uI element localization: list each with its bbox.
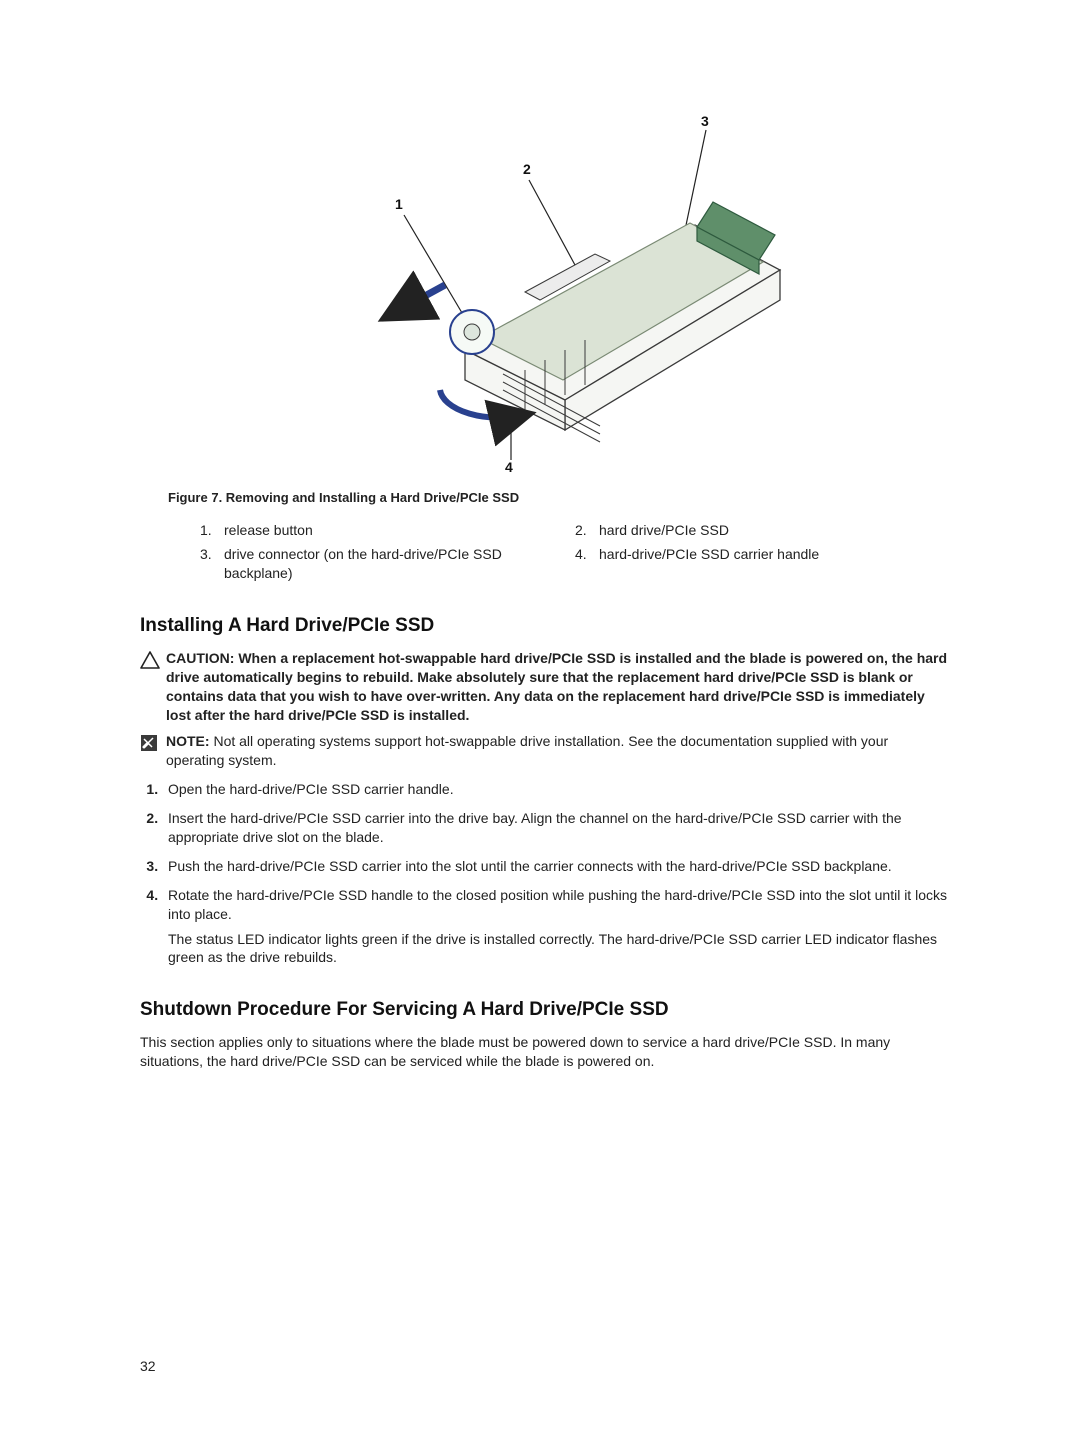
legend-num: 2.	[575, 521, 599, 540]
legend-text: hard drive/PCIe SSD	[599, 521, 749, 540]
legend-text: hard-drive/PCIe SSD carrier handle	[599, 545, 839, 583]
procedure-steps: Open the hard-drive/PCIe SSD carrier han…	[140, 780, 950, 967]
section2-paragraph: This section applies only to situations …	[140, 1033, 950, 1071]
caution-icon	[140, 649, 166, 725]
caution-label: CAUTION:	[166, 650, 238, 666]
legend-text: release button	[224, 521, 333, 540]
callout-2: 2	[523, 160, 531, 179]
step-3: Push the hard-drive/PCIe SSD carrier int…	[162, 857, 950, 876]
note-text: Not all operating systems support hot-sw…	[166, 733, 888, 768]
callout-1: 1	[395, 195, 403, 214]
caution-text: When a replacement hot-swappable hard dr…	[166, 650, 947, 723]
legend-num: 1.	[200, 521, 224, 540]
step-text: Insert the hard-drive/PCIe SSD carrier i…	[168, 810, 902, 845]
page-number: 32	[140, 1357, 156, 1376]
document-page: 1 2 3 4 Figure 7. Removing and Installin…	[0, 0, 1080, 1434]
figure-caption: Figure 7. Removing and Installing a Hard…	[168, 489, 950, 507]
callout-3: 3	[701, 112, 709, 131]
caution-admonition: CAUTION: When a replacement hot-swappabl…	[140, 649, 950, 725]
figure-illustration: 1 2 3 4	[265, 60, 825, 475]
step-text: Open the hard-drive/PCIe SSD carrier han…	[168, 781, 454, 797]
drive-carrier-diagram	[265, 60, 825, 475]
legend-num: 3.	[200, 545, 224, 583]
step-text: Rotate the hard-drive/PCIe SSD handle to…	[168, 887, 947, 922]
figure-legend-row-1: 1. release button 2. hard drive/PCIe SSD	[200, 521, 950, 540]
step-2: Insert the hard-drive/PCIe SSD carrier i…	[162, 809, 950, 847]
step-4: Rotate the hard-drive/PCIe SSD handle to…	[162, 886, 950, 968]
legend-num: 4.	[575, 545, 599, 583]
callout-4: 4	[505, 458, 513, 477]
heading-installing: Installing A Hard Drive/PCIe SSD	[140, 613, 950, 639]
legend-text: drive connector (on the hard-drive/PCIe …	[224, 545, 575, 583]
step-1: Open the hard-drive/PCIe SSD carrier han…	[162, 780, 950, 799]
note-label: NOTE:	[166, 733, 213, 749]
note-icon	[140, 732, 166, 770]
heading-shutdown: Shutdown Procedure For Servicing A Hard …	[140, 997, 950, 1023]
figure-legend-row-2: 3. drive connector (on the hard-drive/PC…	[200, 545, 950, 583]
note-admonition: NOTE: Not all operating systems support …	[140, 732, 950, 770]
step-followup-text: The status LED indicator lights green if…	[168, 930, 950, 968]
step-text: Push the hard-drive/PCIe SSD carrier int…	[168, 858, 892, 874]
